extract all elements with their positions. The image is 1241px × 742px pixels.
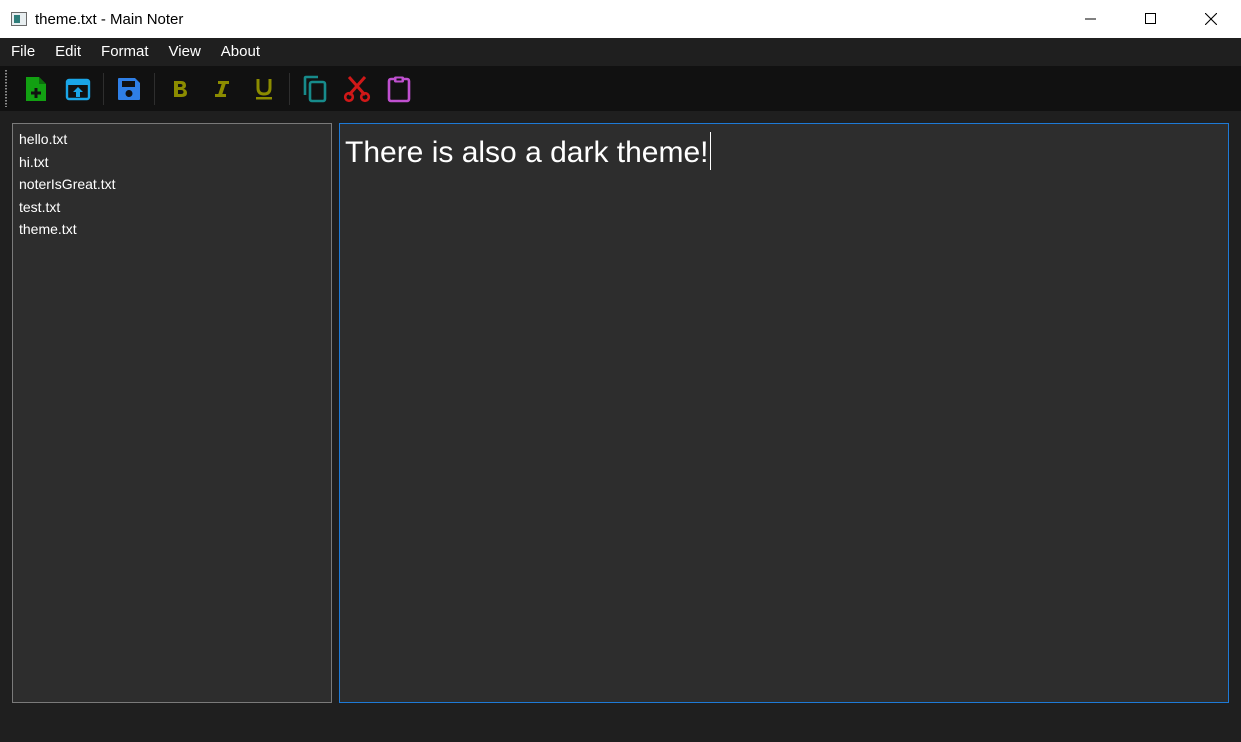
window-title: theme.txt - Main Noter — [35, 10, 184, 28]
paste-button[interactable] — [382, 72, 416, 106]
save-button[interactable] — [112, 72, 146, 106]
toolbar-separator — [103, 72, 104, 105]
open-file-button[interactable] — [61, 72, 95, 106]
new-file-icon — [26, 76, 46, 101]
menu-view[interactable]: View — [159, 38, 211, 66]
bold-icon — [174, 80, 187, 97]
window-controls — [1061, 0, 1241, 38]
main-window: theme.txt - Main Noter File Edit Format … — [0, 0, 1241, 742]
list-item[interactable]: hi.txt — [13, 151, 331, 174]
text-caret — [709, 132, 711, 170]
app-icon — [11, 12, 27, 26]
open-file-icon — [65, 78, 91, 100]
minimize-button[interactable] — [1061, 0, 1121, 38]
new-file-button[interactable] — [19, 72, 53, 106]
menu-bar: File Edit Format View About — [0, 38, 1241, 66]
maximize-button[interactable] — [1121, 0, 1181, 38]
list-item[interactable]: hello.txt — [13, 128, 331, 151]
copy-icon — [303, 75, 327, 102]
menu-format[interactable]: Format — [91, 38, 159, 66]
list-item[interactable]: test.txt — [13, 196, 331, 219]
cut-button[interactable] — [340, 72, 374, 106]
toolbar-separator — [289, 72, 290, 105]
toolbar — [0, 66, 1241, 111]
underline-icon — [256, 78, 272, 99]
toolbar-grip[interactable] — [5, 70, 7, 107]
close-button[interactable] — [1181, 0, 1241, 38]
bold-button[interactable] — [163, 72, 197, 106]
copy-button[interactable] — [298, 72, 332, 106]
minimize-icon — [1085, 18, 1096, 20]
close-icon — [1205, 13, 1217, 25]
maximize-icon — [1145, 13, 1156, 24]
paste-icon — [387, 76, 411, 102]
menu-file[interactable]: File — [0, 38, 45, 66]
menu-edit[interactable]: Edit — [45, 38, 91, 66]
italic-button[interactable] — [205, 72, 239, 106]
editor-content-line: There is also a dark theme! — [345, 132, 711, 173]
file-list-panel[interactable]: hello.txt hi.txt noterIsGreat.txt test.t… — [12, 123, 332, 703]
list-item[interactable]: noterIsGreat.txt — [13, 173, 331, 196]
italic-icon — [215, 80, 229, 97]
title-bar: theme.txt - Main Noter — [0, 0, 1241, 38]
save-icon — [118, 77, 140, 100]
toolbar-separator — [154, 72, 155, 105]
cut-icon — [343, 75, 371, 102]
editor-text: There is also a dark theme! — [345, 136, 709, 169]
list-item[interactable]: theme.txt — [13, 218, 331, 241]
text-editor[interactable]: There is also a dark theme! — [339, 123, 1229, 703]
menu-about[interactable]: About — [211, 38, 270, 66]
underline-button[interactable] — [247, 72, 281, 106]
